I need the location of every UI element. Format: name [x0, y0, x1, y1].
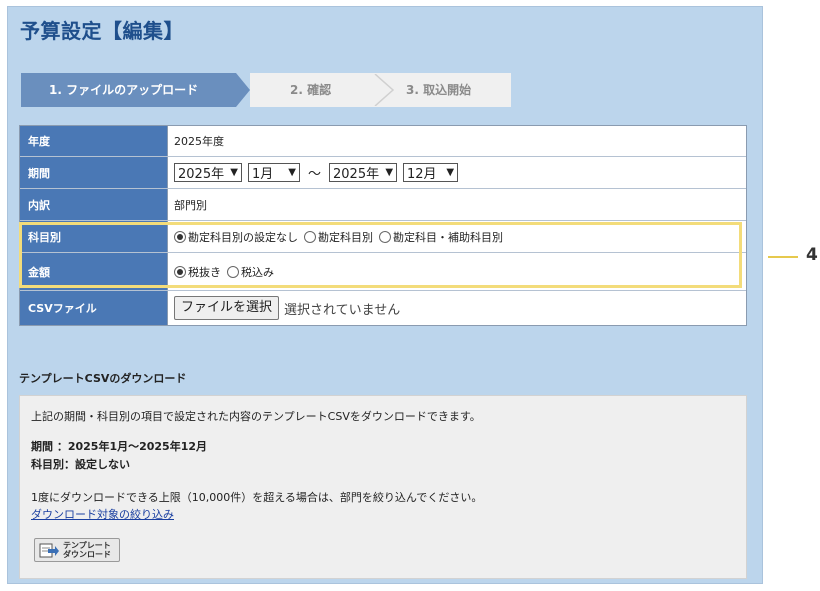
file-status: 選択されていません	[284, 302, 401, 318]
radio-button[interactable]	[304, 230, 316, 243]
breakdown-value: 部門別	[174, 198, 207, 212]
template-note: 1度にダウンロードできる上限（10,000件）を超える場合は、部門を絞り込んでく…	[31, 491, 483, 504]
button-line-2: ダウンロード	[63, 550, 111, 559]
chevron-down-icon: ▼	[385, 167, 394, 178]
end-year-select[interactable]: 2025年 ▼	[329, 163, 398, 182]
category-options: 勘定科目別の設定なし 勘定科目別 勘定科目・補助科目別	[168, 221, 746, 252]
select-value: 1月	[252, 167, 274, 182]
content-panel: 予算設定【編集】 1. ファイルのアップロード 2. 確認 3. 取込開始 年度…	[7, 6, 763, 584]
page-title: 予算設定【編集】	[20, 19, 184, 43]
row-label: 年度	[20, 126, 168, 156]
template-heading: テンプレートCSVのダウンロード	[19, 372, 187, 385]
row-label: 科目別	[20, 221, 168, 252]
row-amount: 金額 税抜き 税込み	[20, 253, 746, 291]
step-arrow	[236, 73, 250, 107]
choose-file-button[interactable]: ファイルを選択	[174, 296, 280, 320]
filter-download-link[interactable]: ダウンロード対象の絞り込み	[31, 506, 174, 522]
radio-label: 勘定科目・補助科目別	[393, 230, 503, 244]
template-download-button[interactable]: テンプレート ダウンロード	[34, 538, 120, 562]
period-value: 2025年 ▼ 1月 ▼ 〜 2025年 ▼ 12月 ▼	[168, 157, 746, 188]
radio-button-selected[interactable]	[174, 265, 186, 278]
row-label: CSVファイル	[20, 291, 168, 325]
step-indicator: 1. ファイルのアップロード 2. 確認 3. 取込開始	[21, 73, 511, 107]
callout-number: 4	[806, 245, 818, 265]
row-period: 期間 2025年 ▼ 1月 ▼ 〜 2025年 ▼ 12月 ▼	[20, 157, 746, 189]
row-csv: CSVファイル ファイルを選択 選択されていません	[20, 291, 746, 325]
row-year: 年度 2025年度	[20, 126, 746, 157]
radio-amount-excl-tax[interactable]: 税抜き	[174, 264, 221, 280]
select-value: 12月	[407, 167, 437, 182]
step-upload: 1. ファイルのアップロード	[21, 73, 236, 107]
radio-label: 勘定科目別の設定なし	[188, 230, 298, 244]
chevron-down-icon: ▼	[230, 167, 238, 178]
row-category: 科目別 勘定科目別の設定なし 勘定科目別 勘定科目・補助科目別	[20, 221, 746, 253]
year-value: 2025年度	[174, 135, 224, 148]
template-category: 科目別：設定しない	[31, 458, 130, 471]
radio-button[interactable]	[379, 230, 391, 243]
radio-category-none[interactable]: 勘定科目別の設定なし	[174, 229, 298, 245]
end-month-select[interactable]: 12月 ▼	[403, 163, 459, 182]
download-icon	[39, 543, 59, 558]
step-import: 3. 取込開始	[406, 83, 472, 97]
period-separator: 〜	[308, 167, 322, 182]
chevron-down-icon: ▼	[288, 167, 296, 178]
select-value: 2025年	[178, 167, 225, 182]
start-month-select[interactable]: 1月 ▼	[248, 163, 300, 182]
radio-label: 勘定科目別	[318, 230, 373, 244]
start-year-select[interactable]: 2025年 ▼	[174, 163, 242, 182]
template-description: 上記の期間・科目別の項目で設定された内容のテンプレートCSVをダウンロードできま…	[31, 410, 481, 423]
amount-options: 税抜き 税込み	[168, 253, 746, 290]
radio-button-selected[interactable]	[174, 230, 186, 243]
settings-table: 年度 2025年度 期間 2025年 ▼ 1月 ▼ 〜 2025年 ▼ 12月 …	[19, 125, 747, 326]
row-breakdown: 内訳 部門別	[20, 189, 746, 221]
select-value: 2025年	[333, 167, 380, 182]
template-box: 上記の期間・科目別の項目で設定された内容のテンプレートCSVをダウンロードできま…	[19, 395, 747, 579]
radio-label: 税込み	[241, 265, 274, 279]
radio-category-sub-account[interactable]: 勘定科目・補助科目別	[379, 229, 503, 245]
row-label: 金額	[20, 253, 168, 290]
step-separator-icon	[374, 74, 395, 106]
row-label: 期間	[20, 157, 168, 188]
csv-file-field: ファイルを選択 選択されていません	[168, 291, 746, 325]
template-period: 期間 ：2025年1月〜2025年12月	[31, 440, 208, 453]
callout-line	[768, 256, 798, 258]
radio-button[interactable]	[227, 265, 239, 278]
radio-label: 税抜き	[188, 265, 221, 279]
chevron-down-icon: ▼	[446, 167, 455, 178]
radio-amount-incl-tax[interactable]: 税込み	[227, 264, 274, 280]
row-label: 内訳	[20, 189, 168, 220]
template-download-label: テンプレート ダウンロード	[63, 541, 111, 559]
button-line-1: テンプレート	[63, 541, 111, 550]
radio-category-account[interactable]: 勘定科目別	[304, 229, 373, 245]
